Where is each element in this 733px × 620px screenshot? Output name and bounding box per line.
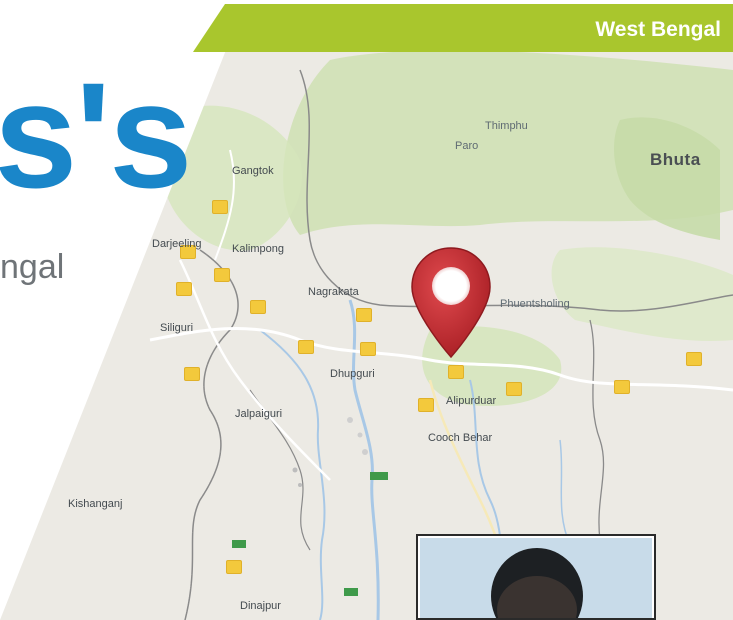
- road-marker: [418, 398, 434, 412]
- location-pin-icon[interactable]: [408, 245, 494, 361]
- road-marker: [506, 382, 522, 396]
- road-marker: [214, 268, 230, 282]
- subtitle-fragment: ngal: [0, 248, 65, 286]
- road-marker: [448, 365, 464, 379]
- road-marker: [226, 560, 242, 574]
- country-label: Bhuta: [650, 150, 701, 169]
- road-marker: [176, 282, 192, 296]
- place-gangtok: Gangtok: [232, 165, 274, 177]
- road-marker: [686, 352, 702, 366]
- photo-background: [420, 538, 652, 618]
- person-photo: [416, 534, 656, 620]
- region-label: West Bengal: [595, 18, 721, 41]
- place-kalimpong: Kalimpong: [232, 243, 284, 255]
- road-marker: [184, 367, 200, 381]
- road-marker: [298, 340, 314, 354]
- place-darjeeling: Darjeeling: [152, 238, 202, 250]
- place-coochbehar: Cooch Behar: [428, 432, 493, 444]
- page-title-fragment: s's: [0, 51, 193, 219]
- place-thimphu: Thimphu: [485, 120, 528, 132]
- place-jalpaiguri: Jalpaiguri: [235, 408, 283, 420]
- road-marker: [360, 342, 376, 356]
- place-dhupguri: Dhupguri: [330, 368, 375, 380]
- place-nagrakata: Nagrakata: [308, 286, 359, 298]
- page: Gangtok Thimphu Paro Darjeeling Kalimpon…: [0, 0, 733, 620]
- place-dinajpur: Dinajpur: [240, 600, 281, 612]
- place-siliguri: Siliguri: [160, 322, 194, 334]
- place-phuentsholing: Phuentsholing: [500, 298, 570, 310]
- road-marker: [250, 300, 266, 314]
- road-marker: [356, 308, 372, 322]
- place-alipurduar: Alipurduar: [446, 395, 497, 407]
- place-kishanganj: Kishanganj: [68, 498, 123, 510]
- road-marker: [212, 200, 228, 214]
- region-banner: West Bengal: [0, 4, 733, 52]
- person-photo-icon: [420, 538, 652, 618]
- pin-shape: [411, 247, 491, 359]
- road-marker: [614, 380, 630, 394]
- place-paro: Paro: [455, 140, 479, 152]
